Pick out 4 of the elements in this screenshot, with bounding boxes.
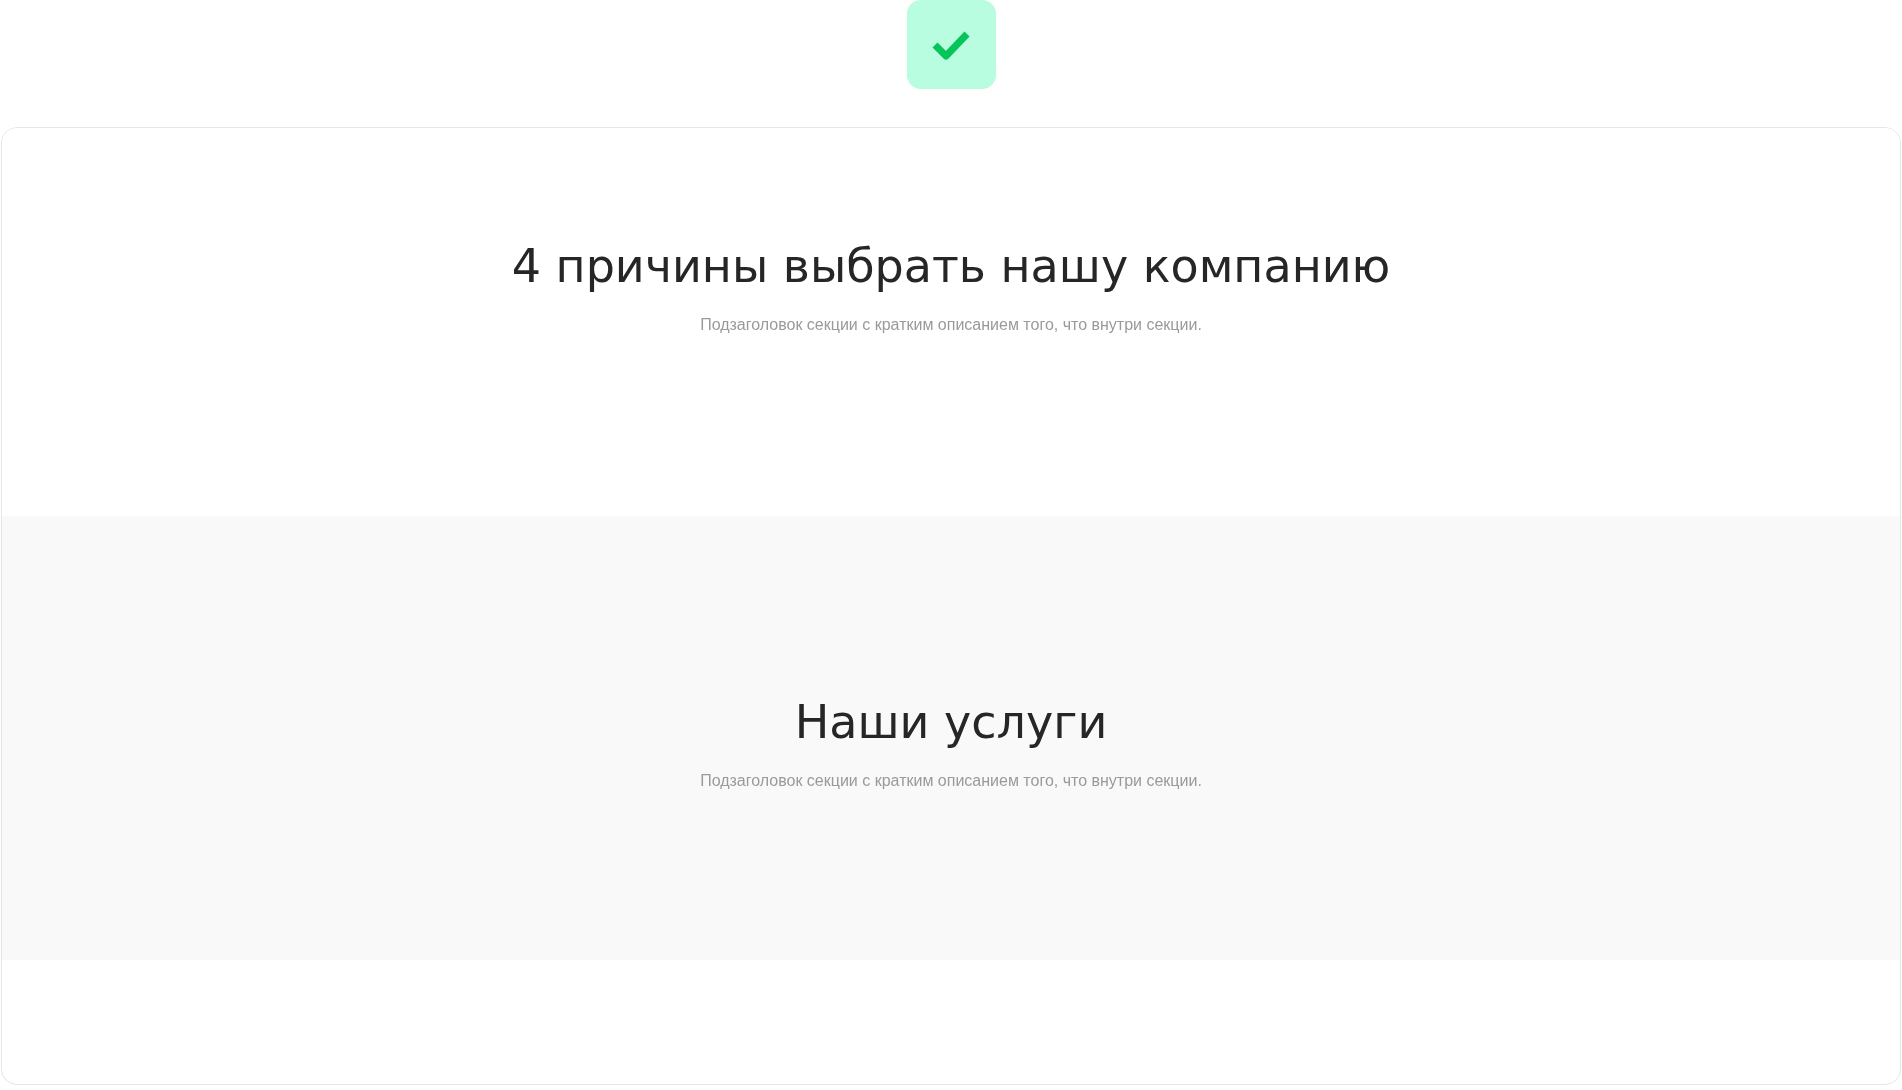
section-subtitle: Подзаголовок секции с кратким описанием того, что внутри секции. xyxy=(700,316,1202,334)
section-title: 4 причины выбрать нашу компанию xyxy=(511,238,1391,294)
section-subtitle: Подзаголовок секции с кратким описанием того, что внутри секции. xyxy=(700,772,1202,790)
section-title: Наши услуги xyxy=(794,694,1108,750)
